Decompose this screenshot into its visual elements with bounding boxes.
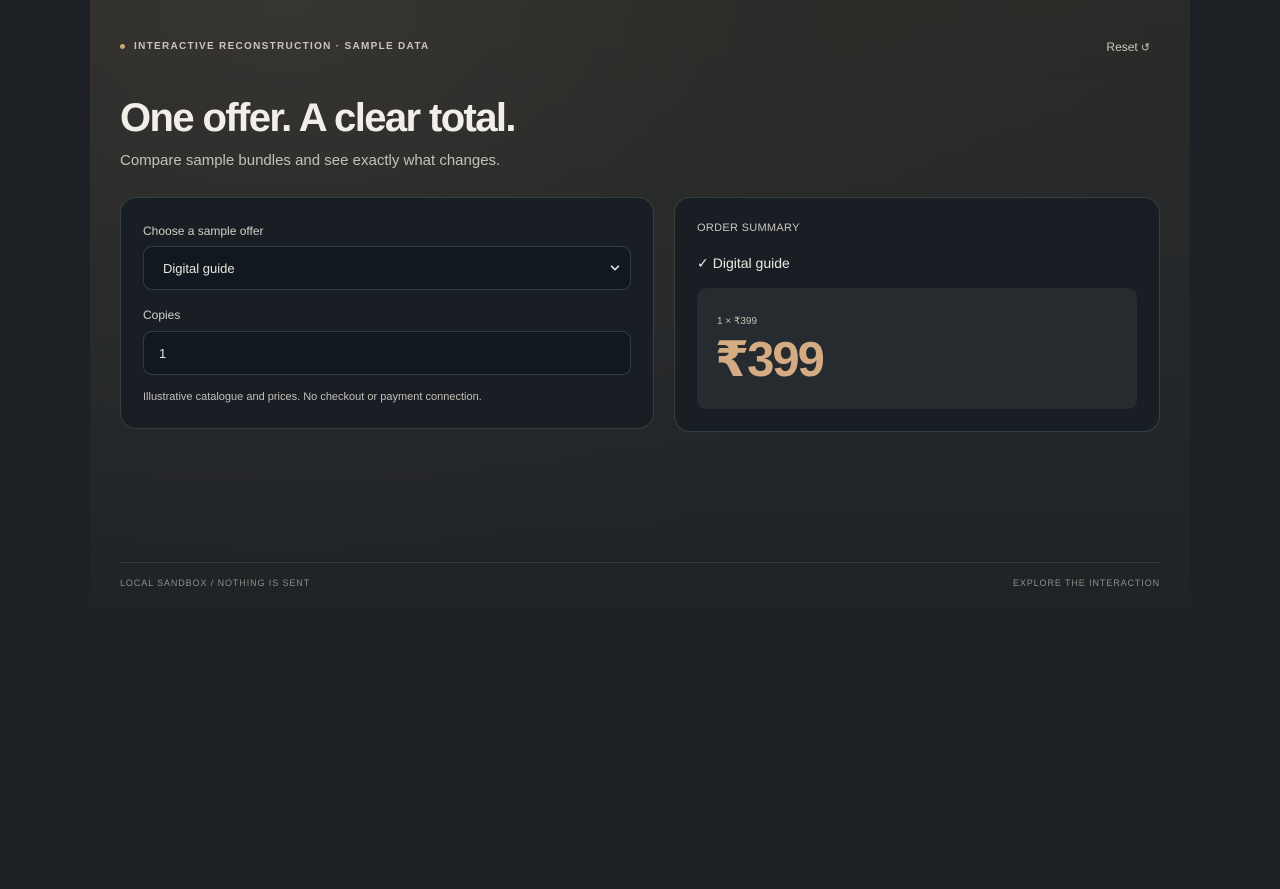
footer-left-text: LOCAL SANDBOX / NOTHING IS SENT <box>120 578 311 588</box>
offer-card: Choose a sample offer Digital guide Copi… <box>120 197 654 429</box>
status-dot <box>120 44 125 49</box>
page-title: One offer. A clear total. <box>120 96 517 140</box>
eyebrow-text: INTERACTIVE RECONSTRUCTION · SAMPLE DATA <box>134 41 430 52</box>
offer-select-value: Digital guide <box>163 260 235 276</box>
disclaimer-note: Illustrative catalogue and prices. No ch… <box>143 391 482 403</box>
chevron-down-icon <box>610 265 620 271</box>
offer-label: Choose a sample offer <box>143 224 264 238</box>
footer-divider <box>120 562 1160 563</box>
reset-icon: ↺ <box>1140 41 1150 54</box>
reset-button[interactable]: Reset ↺ <box>1106 40 1150 54</box>
reset-label: Reset <box>1106 40 1138 54</box>
summary-card: ORDER SUMMARY ✓ Digital guide 1 × ₹399 ₹… <box>674 197 1160 432</box>
copies-input[interactable]: 1 <box>143 331 631 375</box>
total-price: ₹399 <box>715 333 825 387</box>
summary-heading: ORDER SUMMARY <box>697 222 800 234</box>
copies-label: Copies <box>143 308 181 322</box>
offer-select[interactable]: Digital guide <box>143 246 631 290</box>
copies-value: 1 <box>159 345 167 361</box>
check-icon: ✓ <box>697 255 709 271</box>
page-container: INTERACTIVE RECONSTRUCTION · SAMPLE DATA… <box>120 0 1160 610</box>
price-calculation: 1 × ₹399 <box>717 316 758 327</box>
footer-right-text: EXPLORE THE INTERACTION <box>1012 578 1160 588</box>
eyebrow: INTERACTIVE RECONSTRUCTION · SAMPLE DATA <box>120 41 430 52</box>
page-subtitle: Compare sample bundles and see exactly w… <box>120 152 501 169</box>
summary-item-label: Digital guide <box>712 255 790 271</box>
summary-item: ✓ Digital guide <box>697 255 790 272</box>
total-box: 1 × ₹399 ₹399 <box>697 288 1137 409</box>
